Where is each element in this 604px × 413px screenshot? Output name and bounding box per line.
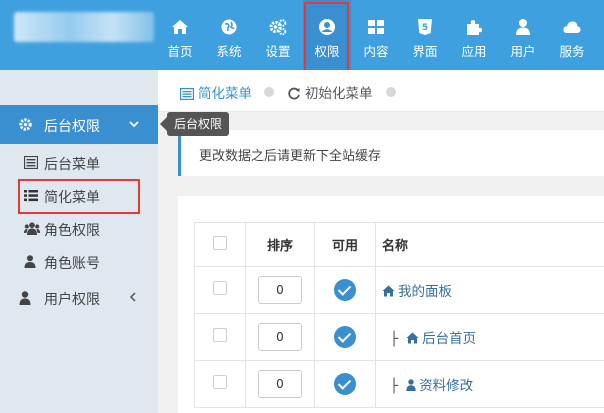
chevron-down-icon <box>129 121 139 128</box>
separator-dot <box>386 87 396 97</box>
row-select-cell <box>194 266 246 314</box>
enabled-check-icon[interactable] <box>334 326 356 348</box>
nav-services[interactable]: 服务 <box>548 0 596 70</box>
highlight-box-simple-menu <box>18 179 140 214</box>
row-checkbox[interactable] <box>213 375 227 389</box>
refresh-icon <box>288 87 300 100</box>
sidebar-item-label: 用户权限 <box>44 292 100 308</box>
column-header-sort: 排序 <box>245 222 315 267</box>
user-icon <box>19 291 31 305</box>
chevron-left-icon <box>129 292 136 302</box>
row-checkbox[interactable] <box>213 281 227 295</box>
menu-table: 排序 可用 名称 0 我的面板 0 ├ 后台首页 0 ├ 资料修改 <box>194 222 604 408</box>
sidebar-item-label: 角色权限 <box>44 223 100 239</box>
home-icon <box>382 285 395 297</box>
sidebar-item-label: 角色账号 <box>44 256 100 272</box>
sort-cell: 0 <box>245 360 315 408</box>
nav-content-label: 内容 <box>363 44 389 59</box>
enabled-cell <box>314 266 376 314</box>
sidebar-item-role-permissions[interactable]: 角色权限 <box>0 213 158 245</box>
home-icon <box>172 20 188 34</box>
nav-apps-label: 应用 <box>461 44 487 59</box>
home-icon <box>406 332 419 344</box>
sidebar-group-user-permissions[interactable]: 用户权限 <box>0 282 158 314</box>
sidebar-group-label: 后台权限 <box>44 119 100 135</box>
enabled-cell <box>314 360 376 408</box>
highlight-box-permissions <box>304 2 349 79</box>
nav-system[interactable]: 系统 <box>205 0 253 70</box>
user-icon <box>516 19 530 35</box>
menu-table-panel: 排序 可用 名称 0 我的面板 0 ├ 后台首页 0 ├ 资料修改 <box>178 196 604 413</box>
column-header-name: 名称 <box>375 222 604 267</box>
logo[interactable] <box>14 12 154 42</box>
sidebar-item-admin-menu[interactable]: 后台菜单 <box>0 147 158 179</box>
nav-settings[interactable]: 设置 <box>254 0 302 70</box>
grid-icon <box>368 20 384 34</box>
menu-name-link[interactable]: 资料修改 <box>419 378 473 394</box>
tab-simple-menu[interactable]: 简化菜单 <box>180 82 252 102</box>
sidebar: 后台权限 后台菜单 简化菜单 角色权限 角色账号 用户权限 <box>0 70 158 413</box>
cache-notice: 更改数据之后请更新下全站缓存 <box>178 130 604 176</box>
separator-dot <box>264 87 274 97</box>
name-cell: ├ 资料修改 <box>375 360 604 408</box>
nav-settings-label: 设置 <box>265 44 291 59</box>
sort-input[interactable]: 0 <box>258 370 302 398</box>
user-icon <box>24 255 36 268</box>
table-row: 0 ├ 资料修改 <box>194 360 604 408</box>
nav-home[interactable]: 首页 <box>156 0 204 70</box>
nav-content[interactable]: 内容 <box>352 0 400 70</box>
column-header-enabled: 可用 <box>314 222 376 267</box>
nav-apps[interactable]: 应用 <box>450 0 498 70</box>
tab-init-menu[interactable]: 初始化菜单 <box>288 82 373 102</box>
tab-label: 简化菜单 <box>198 86 252 102</box>
menu-name-link[interactable]: 我的面板 <box>398 284 452 300</box>
sidebar-tooltip: 后台权限 <box>159 112 230 136</box>
nav-users[interactable]: 用户 <box>499 0 547 70</box>
sort-input[interactable]: 0 <box>258 323 302 351</box>
table-header-row: 排序 可用 名称 <box>194 222 604 267</box>
row-select-cell <box>194 313 246 361</box>
gear-icon <box>19 118 32 131</box>
users-icon <box>24 222 40 235</box>
nav-interface-label: 界面 <box>412 44 438 59</box>
enabled-check-icon[interactable] <box>334 373 356 395</box>
tree-indent-glyph: ├ <box>390 331 399 347</box>
user-icon <box>406 379 416 391</box>
nav-system-label: 系统 <box>216 44 242 59</box>
select-all-cell[interactable] <box>194 222 246 267</box>
name-cell: 我的面板 <box>375 266 604 314</box>
nav-home-label: 首页 <box>167 44 193 59</box>
sidebar-item-label: 后台菜单 <box>44 157 100 173</box>
gears-icon <box>269 19 287 36</box>
sidebar-group-admin-permissions[interactable]: 后台权限 <box>0 105 158 144</box>
nav-services-label: 服务 <box>559 44 585 59</box>
top-navbar: 首页 系统 设置 权限 内容 5 界面 应用 用户 服务 <box>0 0 604 70</box>
tree-indent-glyph: ├ <box>390 378 399 394</box>
list-alt-icon <box>180 88 194 100</box>
enabled-cell <box>314 313 376 361</box>
row-select-cell <box>194 360 246 408</box>
name-cell: ├ 后台首页 <box>375 313 604 361</box>
menu-name-link[interactable]: 后台首页 <box>422 331 476 347</box>
breadcrumb: 简化菜单 初始化菜单 <box>158 70 604 112</box>
sort-input[interactable]: 0 <box>258 276 302 304</box>
cloud-icon <box>563 21 581 33</box>
sidebar-item-role-accounts[interactable]: 角色账号 <box>0 246 158 278</box>
sort-cell: 0 <box>245 266 315 314</box>
svg-text:5: 5 <box>422 23 428 33</box>
nav-interface[interactable]: 5 界面 <box>401 0 449 70</box>
nav-users-label: 用户 <box>510 44 536 59</box>
list-alt-icon <box>24 156 38 169</box>
row-checkbox[interactable] <box>213 328 227 342</box>
table-row: 0 ├ 后台首页 <box>194 313 604 361</box>
notice-text: 更改数据之后请更新下全站缓存 <box>199 149 382 164</box>
table-row: 0 我的面板 <box>194 266 604 314</box>
select-all-checkbox[interactable] <box>213 235 227 250</box>
tab-label: 初始化菜单 <box>305 86 373 102</box>
enabled-check-icon[interactable] <box>334 279 356 301</box>
sort-cell: 0 <box>245 313 315 361</box>
globe-icon <box>221 19 237 35</box>
puzzle-icon <box>467 20 482 35</box>
html5-icon: 5 <box>418 19 432 35</box>
